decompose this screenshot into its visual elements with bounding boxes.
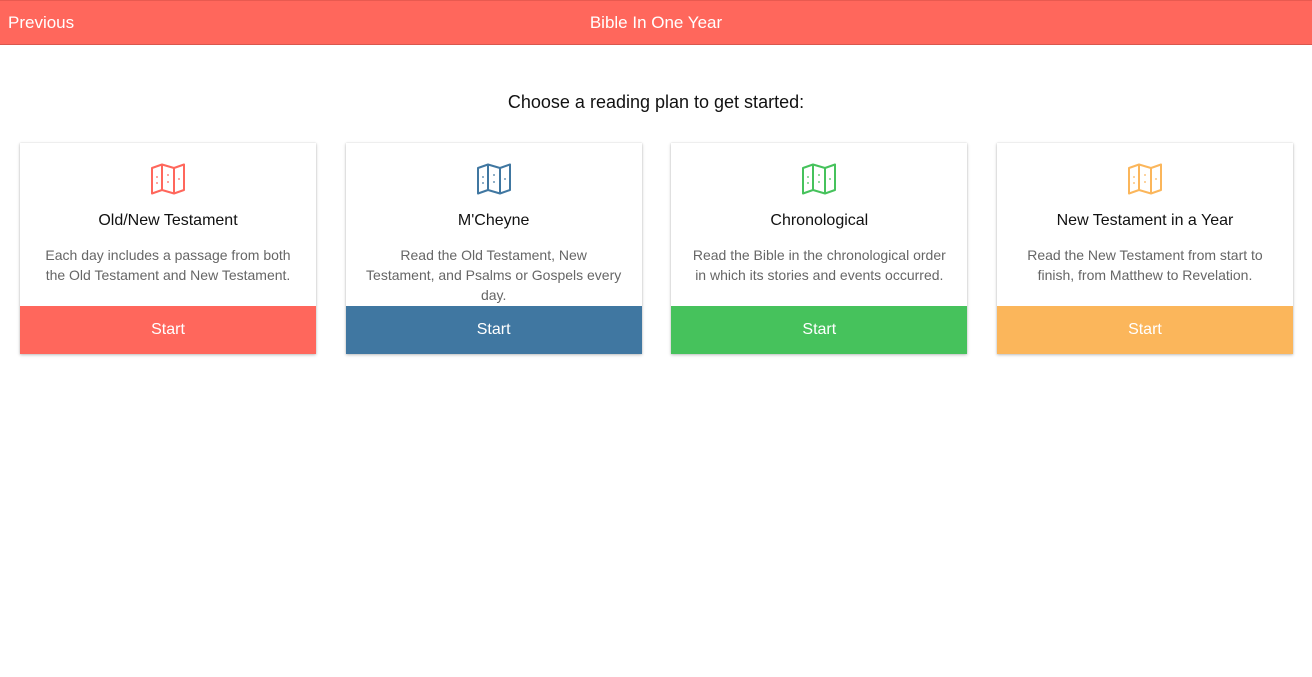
previous-button[interactable]: Previous: [8, 1, 74, 44]
map-icon: [476, 163, 512, 195]
plan-title: Old/New Testament: [98, 212, 238, 229]
plan-title: Chronological: [770, 212, 869, 229]
start-button[interactable]: Start: [671, 306, 968, 354]
start-button[interactable]: Start: [20, 306, 316, 354]
plan-card-new-testament-in-a-year: New Testament in a Year Read the New Tes…: [996, 143, 1293, 354]
plan-title: M'Cheyne: [457, 212, 530, 229]
start-button[interactable]: Start: [996, 306, 1293, 354]
top-navbar: Previous Bible In One Year: [0, 0, 1312, 45]
plan-description: Read the Old Testament, New Testament, a…: [366, 247, 622, 303]
plan-card-list: Old/New Testament Each day includes a pa…: [20, 143, 1293, 354]
map-icon: [801, 163, 837, 195]
start-button[interactable]: Start: [345, 306, 642, 354]
plan-card-mcheyne: M'Cheyne Read the Old Testament, New Tes…: [345, 143, 642, 354]
plan-description: Read the New Testament from start to fin…: [1027, 247, 1263, 283]
plan-title: New Testament in a Year: [1056, 212, 1234, 229]
map-icon: [1127, 163, 1163, 195]
plan-card-chronological: Chronological Read the Bible in the chro…: [671, 143, 968, 354]
plan-card-old-new-testament: Old/New Testament Each day includes a pa…: [20, 143, 316, 354]
page-title: Bible In One Year: [589, 13, 723, 32]
plan-description: Read the Bible in the chronological orde…: [692, 247, 946, 283]
plan-description: Each day includes a passage from both th…: [45, 247, 291, 283]
map-icon: [150, 163, 186, 195]
instructions-heading: Choose a reading plan to get started:: [507, 92, 805, 112]
